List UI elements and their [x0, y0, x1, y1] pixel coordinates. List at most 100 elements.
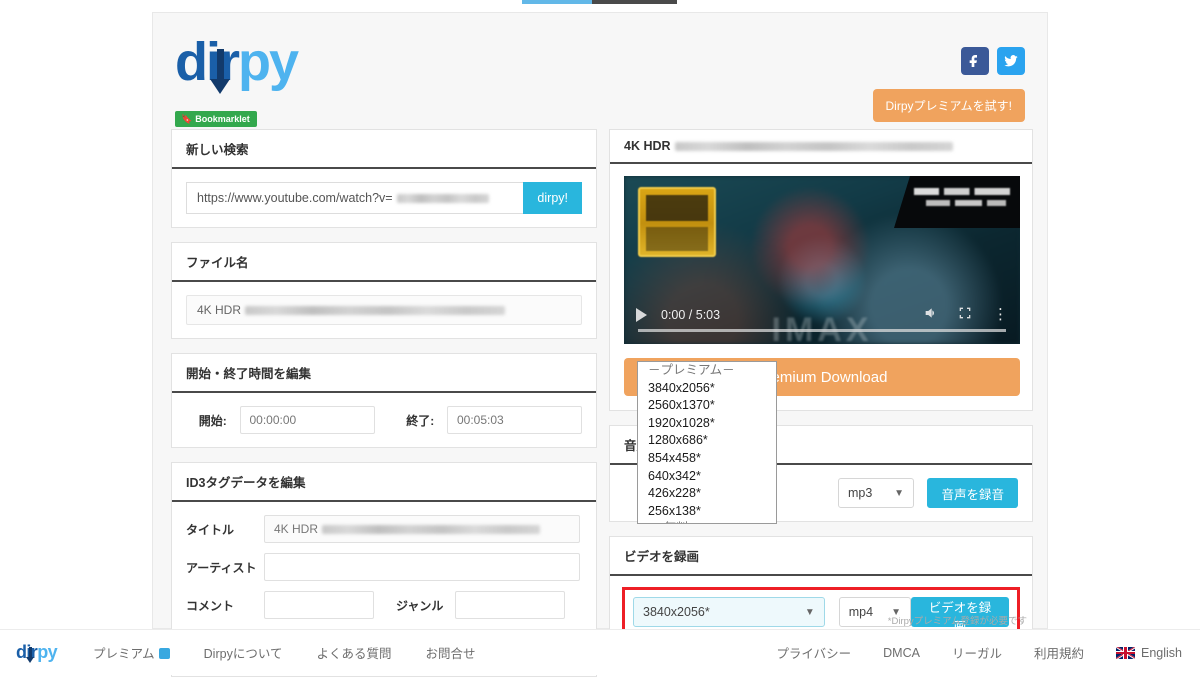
footer-link-dmca[interactable]: DMCA — [883, 646, 920, 660]
bookmarklet-button[interactable]: 🔖 Bookmarklet — [175, 111, 257, 127]
bookmarklet-label: Bookmarklet — [195, 114, 250, 124]
footer-link-premium[interactable]: プレミアム — [93, 643, 170, 662]
social-links — [961, 47, 1025, 75]
redacted-video-overlay-text — [914, 188, 1010, 195]
dropdown-group-free: － 無料 － — [638, 520, 776, 523]
id3-comment-input[interactable] — [264, 591, 374, 619]
footer-link-premium-label: プレミアム — [93, 647, 155, 661]
dropdown-group-premium: －プレミアム－ — [648, 363, 735, 377]
site-footer: dirpy プレミアム Dirpyについて よくある質問 お問合せ プライバシー… — [0, 629, 1200, 675]
logo-d: d — [175, 32, 208, 92]
premium-required-note: *Dirpyプレミアム登録が必要です — [887, 616, 1027, 627]
audio-format-select[interactable]: mp3 ▼ — [838, 478, 914, 508]
dropdown-option-2560x1370[interactable]: 2560x1370* — [638, 397, 776, 415]
main-container: dirpy 🔖Bookmarklet Dirpyプレミアムを試す! 新しい検索 — [152, 12, 1048, 677]
id3-comment-label: コメント — [186, 598, 235, 613]
panel-new-search: 新しい検索 https://www.youtube.com/watch?v= d… — [171, 129, 597, 228]
footer-link-legal[interactable]: リーガル — [952, 643, 1002, 662]
chevron-down-icon: ▼ — [894, 487, 904, 499]
redacted-filename — [245, 305, 506, 315]
footer-link-contact[interactable]: お問合せ — [425, 643, 475, 662]
id3-title: ID3タグデータを編集 — [172, 463, 596, 502]
page-root: dirpy 🔖Bookmarklet Dirpyプレミアムを試す! 新しい検索 — [0, 6, 1200, 677]
resolution-dropdown-list[interactable]: －プレミアム－ 3840x2056* 2560x1370* 1920x1028*… — [637, 361, 777, 524]
id3-title-value: 4K HDR — [274, 522, 319, 536]
logo-text: dirpy — [175, 32, 299, 94]
new-search-title: 新しい検索 — [172, 130, 596, 169]
filename-input[interactable]: 4K HDR — [186, 295, 582, 325]
start-time-input[interactable] — [239, 406, 375, 434]
record-audio-button[interactable]: 音声を録音 — [927, 478, 1018, 508]
twitter-icon[interactable] — [997, 47, 1025, 75]
footer-logo-py: py — [37, 642, 58, 662]
player-time: 0:00 / 5:03 — [661, 308, 721, 322]
logo-py: py — [238, 32, 299, 92]
panel-filename: ファイル名 4K HDR — [171, 242, 597, 339]
start-time-label: 開始: — [198, 413, 227, 428]
panel-trim-times: 開始・終了時間を編集 開始: 終了: — [171, 353, 597, 448]
redacted-id3-title — [322, 524, 541, 534]
end-time-input[interactable] — [446, 406, 582, 434]
id3-artist-input[interactable] — [264, 553, 580, 581]
footer-link-faq[interactable]: よくある質問 — [316, 643, 391, 662]
id3-row-comment: コメント ジャンル — [186, 591, 582, 619]
dropdown-option-3840x2056[interactable]: 3840x2056* — [638, 380, 776, 398]
trim-row: 開始: 終了: — [186, 406, 582, 434]
loading-bar-track — [522, 0, 677, 4]
try-premium-button[interactable]: Dirpyプレミアムを試す! — [872, 89, 1025, 122]
player-progress-bar[interactable] — [638, 329, 1006, 332]
id3-artist-label: アーティスト — [186, 560, 257, 575]
redacted-video-title — [674, 141, 953, 151]
footer-logo[interactable]: dirpy — [16, 642, 58, 663]
url-row: https://www.youtube.com/watch?v= dirpy! — [186, 182, 582, 214]
dropdown-option-640x342-premium[interactable]: 640x342* — [638, 468, 776, 486]
audio-format-value: mp3 — [848, 486, 873, 500]
dropdown-option-426x228[interactable]: 426x228* — [638, 485, 776, 503]
language-switcher[interactable]: English — [1116, 646, 1182, 660]
uk-flag-icon — [1116, 646, 1135, 659]
filename-value: 4K HDR — [197, 303, 242, 317]
volume-icon[interactable] — [923, 305, 939, 326]
search-input-value: https://www.youtube.com/watch?v= — [197, 191, 393, 205]
video-player[interactable]: IMAX 0:00 / 5:03 ⋮ — [624, 176, 1020, 344]
id3-row-title: タイトル 4K HDR — [186, 515, 582, 543]
dropdown-option-854x458[interactable]: 854x458* — [638, 450, 776, 468]
id3-title-label: タイトル — [186, 522, 235, 537]
fullscreen-icon[interactable] — [957, 305, 973, 326]
id3-genre-input[interactable] — [455, 591, 566, 619]
language-label: English — [1141, 645, 1182, 660]
site-logo[interactable]: dirpy — [175, 32, 299, 94]
id3-title-input[interactable]: 4K HDR — [264, 515, 580, 543]
dropdown-option-1920x1028[interactable]: 1920x1028* — [638, 415, 776, 433]
play-icon[interactable] — [636, 308, 647, 322]
id3-genre-label: ジャンル — [396, 598, 444, 613]
search-input[interactable]: https://www.youtube.com/watch?v= — [186, 182, 524, 214]
video-format-value: mp4 — [848, 605, 874, 619]
player-controls: 0:00 / 5:03 ⋮ — [624, 298, 1020, 344]
player-wrapper: IMAX 0:00 / 5:03 ⋮ — [610, 164, 1032, 358]
footer-link-privacy[interactable]: プライバシー — [776, 643, 851, 662]
video-resolution-select[interactable]: 3840x2056* ▼ — [633, 597, 825, 627]
redacted-video-id — [396, 193, 489, 203]
id3-row-artist: アーティスト — [186, 553, 582, 581]
dropdown-option-256x138[interactable]: 256x138* — [638, 503, 776, 521]
dirpy-submit-button[interactable]: dirpy! — [523, 182, 582, 214]
new-badge-icon — [158, 648, 170, 659]
hdr-badge-icon — [638, 187, 716, 257]
video-title-text: 4K HDR — [624, 139, 671, 153]
left-column: 新しい検索 https://www.youtube.com/watch?v= d… — [171, 129, 597, 691]
bookmark-icon: 🔖 — [181, 114, 193, 124]
end-time-label: 終了: — [406, 413, 435, 428]
dropdown-option-1280x686-premium[interactable]: 1280x686* — [638, 432, 776, 450]
filename-title: ファイル名 — [172, 243, 596, 282]
trim-title: 開始・終了時間を編集 — [172, 354, 596, 393]
footer-link-terms[interactable]: 利用規約 — [1034, 643, 1084, 662]
redacted-video-overlay-text-2 — [926, 200, 1006, 206]
video-resolution-value: 3840x2056* — [643, 605, 710, 619]
facebook-icon[interactable] — [961, 47, 989, 75]
footer-link-about[interactable]: Dirpyについて — [204, 643, 283, 662]
video-title: 4K HDR — [610, 130, 1032, 164]
chevron-down-icon: ▼ — [804, 606, 815, 618]
more-vertical-icon[interactable]: ⋮ — [993, 307, 1008, 322]
video-section-title: ビデオを録画 — [610, 537, 1032, 576]
